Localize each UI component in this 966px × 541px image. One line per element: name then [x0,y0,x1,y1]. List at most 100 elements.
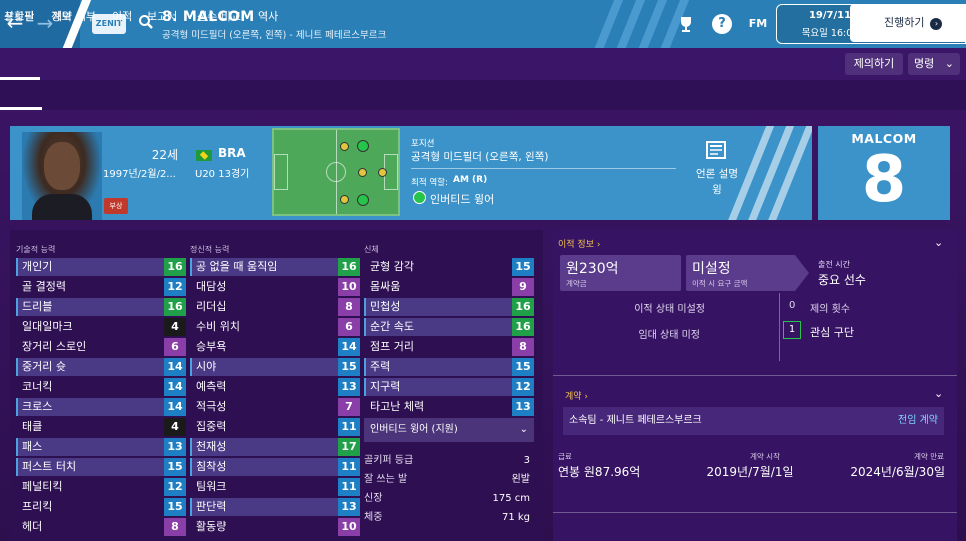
attribute-row[interactable]: 리더십 8 [190,298,360,316]
attribute-row[interactable]: 퍼스트 터치 15 [16,458,186,476]
attribute-row[interactable]: 크로스 14 [16,398,186,416]
attribute-row[interactable]: 드리블 16 [16,298,186,316]
attribute-name: 중거리 슛 [22,360,66,373]
attribute-name: 팀워크 [196,480,227,493]
attribute-row[interactable]: 주력 15 [364,358,534,376]
newspaper-icon [706,141,726,159]
attribute-row[interactable]: 타고난 체력 13 [364,398,534,416]
role-suitability-icon [413,191,426,204]
attribute-row[interactable]: 균형 감각 15 [364,258,534,276]
attribute-row[interactable]: 태클 4 [16,418,186,436]
attribute-name: 주력 [370,360,391,373]
asking-price-box[interactable]: 미설정 이적 시 요구 금액 [686,255,796,291]
player-head [44,142,80,190]
transfer-fee-box[interactable]: 원230억 계약금 [560,255,681,291]
attribute-row[interactable]: 장거리 스로인 6 [16,338,186,356]
attribute-row[interactable]: 점프 거리 8 [364,338,534,356]
continue-button[interactable]: 진행하기 › [850,4,966,42]
attribute-value: 13 [338,498,360,516]
attribute-row[interactable]: 공 없을 때 움직임 16 [190,258,360,276]
role-select-value: 인버티드 윙어 (지원) [370,424,458,435]
international-caps: U20 13경기 [195,169,250,180]
attribute-name: 적극성 [196,400,227,413]
role-name[interactable]: 인버티드 윙어 [430,191,494,207]
attribute-name: 장거리 스로인 [22,340,87,353]
attribute-name: 태클 [22,420,43,433]
attribute-row[interactable]: 순간 속도 16 [364,318,534,336]
contract-label: 계약 [565,392,582,402]
attribute-name: 지구력 [370,380,401,393]
chevron-down-icon[interactable]: ⌄ [934,387,943,400]
attribute-value: 6 [338,318,360,336]
tab-profile[interactable]: 프로필 [4,8,34,24]
chevron-down-icon[interactable]: ⌄ [934,236,943,249]
divider [779,293,780,361]
attribute-row[interactable]: 코너킥 14 [16,378,186,396]
app-root: ← → ZENIT 8. MALCOM 공격형 미드필더 (오른쪽, 왼쪽) -… [0,0,966,541]
player-photo [22,132,102,220]
tab-transfer[interactable]: 이적 [112,8,132,24]
attribute-row[interactable]: 집중력 11 [190,418,360,436]
attribute-row[interactable]: 헤더 8 [16,518,186,536]
attribute-value: 12 [512,378,534,396]
attribute-row[interactable]: 천재성 17 [190,438,360,456]
role-select[interactable]: 인버티드 윙어 (지원) ⌄ [364,418,534,442]
attribute-row[interactable]: 침착성 11 [190,458,360,476]
attribute-value: 8 [164,518,186,536]
info-value: 3 [523,455,530,466]
injury-badge[interactable]: 부상 [104,198,128,214]
interest-count[interactable]: 1 [783,321,801,339]
contract-title[interactable]: 계약 › [565,389,588,402]
attribute-row[interactable]: 시야 15 [190,358,360,376]
attribute-value: 15 [164,458,186,476]
attribute-row[interactable]: 판단력 13 [190,498,360,516]
position-pitch[interactable] [272,128,400,216]
attribute-row[interactable]: 예측력 13 [190,378,360,396]
attribute-value: 13 [512,398,534,416]
fm-icon[interactable]: FM [746,14,770,34]
attribute-row[interactable]: 패스 13 [16,438,186,456]
attribute-row[interactable]: 페널티킥 12 [16,478,186,496]
attribute-row[interactable]: 몸싸움 9 [364,278,534,296]
attribute-row[interactable]: 승부욕 14 [190,338,360,356]
info-value: 왼발 [511,474,530,485]
tab-info[interactable]: 정보 [51,8,71,24]
make-offer-button[interactable]: 제의하기 [845,53,903,75]
attribute-name: 시야 [196,360,217,373]
attribute-row[interactable]: 팀워크 11 [190,478,360,496]
contract-start-value: 2019년/7월/1일 [706,465,794,479]
attribute-row[interactable]: 일대일마크 4 [16,318,186,336]
trophy-icon[interactable] [677,14,695,34]
divider [553,512,957,513]
attribute-row[interactable]: 지구력 12 [364,378,534,396]
attribute-name: 민첩성 [370,300,401,313]
arrow-shape-icon [795,255,809,291]
attribute-row[interactable]: 개인기 16 [16,258,186,276]
attribute-row[interactable]: 적극성 7 [190,398,360,416]
nationality[interactable]: BRA [218,146,246,160]
attribute-row[interactable]: 민첩성 16 [364,298,534,316]
attribute-row[interactable]: 대담성 10 [190,278,360,296]
transfer-contract-link[interactable]: 전임 계약 [898,407,938,435]
transfer-info-title[interactable]: 이적 정보 › [558,237,600,250]
attribute-row[interactable]: 활동량 10 [190,518,360,536]
attribute-row[interactable]: 골 결정력 12 [16,278,186,296]
attribute-value: 8 [512,338,534,356]
attribute-name: 공 없을 때 움직임 [196,260,278,273]
help-icon[interactable]: ? [712,14,732,34]
command-button[interactable]: 명령 ⌄ [908,53,960,75]
attribute-value: 12 [164,478,186,496]
attribute-row[interactable]: 프리킥 15 [16,498,186,516]
interest-label[interactable]: 관심 구단 [810,324,854,340]
wage-value: 연봉 원87.96억 [558,465,641,479]
active-subtab-indicator [0,107,42,110]
attribute-name: 페널티킥 [22,480,63,493]
attribute-name: 판단력 [196,500,227,513]
attribute-row[interactable]: 중거리 슛 14 [16,358,186,376]
tab-reports[interactable]: 보고서 [147,8,177,24]
tab-history[interactable]: 역사 [258,8,278,24]
attribute-value: 8 [338,298,360,316]
attribute-value: 16 [164,298,186,316]
tab-compare[interactable]: 선수 비교 [197,8,241,24]
attribute-row[interactable]: 수비 위치 6 [190,318,360,336]
